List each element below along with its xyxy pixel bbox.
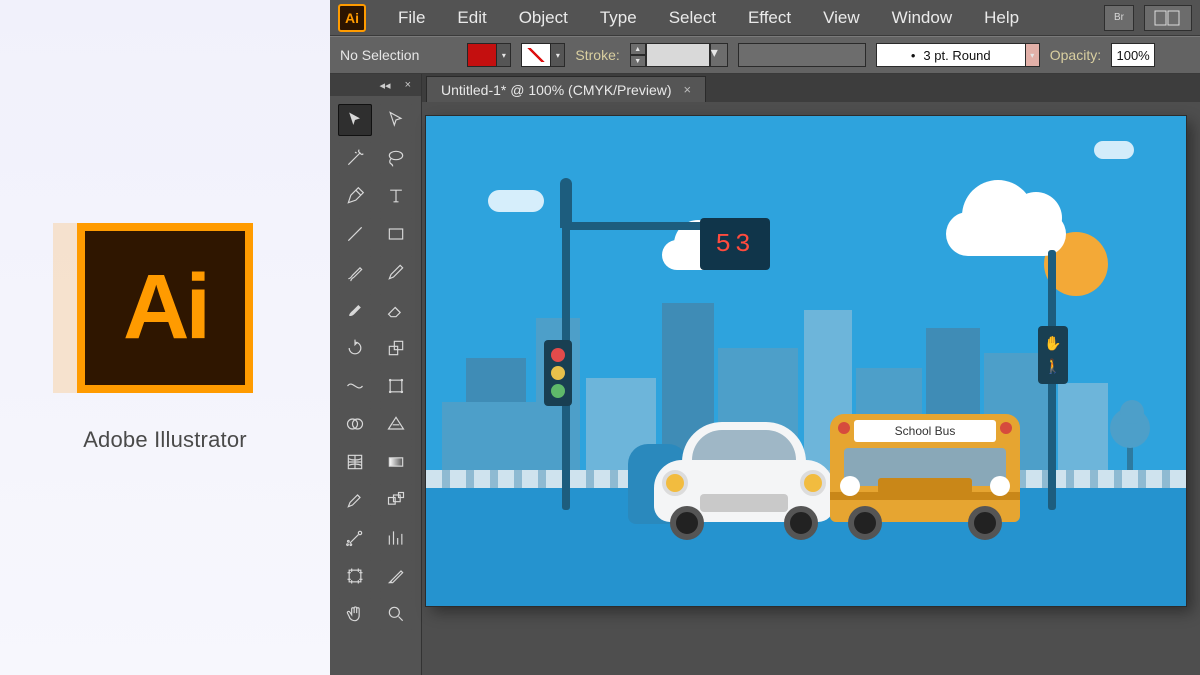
- document-tab[interactable]: Untitled-1* @ 100% (CMYK/Preview) ×: [426, 76, 706, 102]
- tool-lasso[interactable]: [379, 142, 413, 174]
- tool-symbol-sprayer[interactable]: [338, 522, 372, 554]
- artwork-school-bus: School Bus: [830, 400, 1020, 540]
- tool-zoom[interactable]: [379, 598, 413, 630]
- stroke-weight-field[interactable]: [646, 43, 710, 67]
- menu-type[interactable]: Type: [586, 2, 651, 34]
- tool-pen[interactable]: [338, 180, 372, 212]
- canvas-viewport[interactable]: 53 ✋🚶: [422, 102, 1200, 675]
- selection-status: No Selection: [340, 47, 419, 63]
- stroke-swatch-none-icon: [521, 43, 551, 67]
- menu-view[interactable]: View: [809, 2, 874, 34]
- fill-color-control[interactable]: ▾: [467, 43, 511, 67]
- artwork-cloud: [946, 212, 1066, 256]
- document-tab-bar: Untitled-1* @ 100% (CMYK/Preview) ×: [422, 74, 1200, 102]
- promo-panel: Ai Adobe Illustrator: [0, 0, 330, 675]
- artwork-car: [654, 420, 834, 540]
- tool-rotate[interactable]: [338, 332, 372, 364]
- artwork-tree: [1108, 404, 1152, 478]
- tools-panel-header: ◂◂ ×: [330, 74, 421, 96]
- brush-definition-value: • 3 pt. Round: [876, 43, 1026, 67]
- tool-blob-brush[interactable]: [338, 294, 372, 326]
- tool-gradient[interactable]: [379, 446, 413, 478]
- tool-eraser[interactable]: [379, 294, 413, 326]
- tool-artboard[interactable]: [338, 560, 372, 592]
- opacity-label: Opacity:: [1050, 47, 1101, 63]
- close-tab-icon[interactable]: ×: [684, 82, 692, 97]
- tool-shape-builder[interactable]: [338, 408, 372, 440]
- illustrator-app-window: Ai File Edit Object Type Select Effect V…: [330, 0, 1200, 675]
- menu-help[interactable]: Help: [970, 2, 1033, 34]
- document-tab-title: Untitled-1* @ 100% (CMYK/Preview): [441, 82, 672, 98]
- artwork-cloud: [1094, 141, 1134, 159]
- tool-width[interactable]: [338, 370, 372, 402]
- brush-definition-dropdown[interactable]: • 3 pt. Round ▾: [876, 43, 1040, 67]
- tool-eyedropper[interactable]: [338, 484, 372, 516]
- artboard[interactable]: 53 ✋🚶: [426, 116, 1186, 606]
- menu-file[interactable]: File: [384, 2, 439, 34]
- app-badge-icon: Ai: [338, 4, 366, 32]
- artwork-bus-sign: School Bus: [854, 420, 996, 442]
- tool-scale[interactable]: [379, 332, 413, 364]
- stepper-up-icon[interactable]: ▲: [630, 43, 646, 55]
- tools-panel: ◂◂ ×: [330, 74, 422, 675]
- tool-type[interactable]: [379, 180, 413, 212]
- menu-effect[interactable]: Effect: [734, 2, 805, 34]
- tool-column-graph[interactable]: [379, 522, 413, 554]
- menu-object[interactable]: Object: [505, 2, 582, 34]
- chevron-down-icon: ▾: [1026, 43, 1040, 67]
- tool-mesh[interactable]: [338, 446, 372, 478]
- workspace: ◂◂ ×: [330, 74, 1200, 675]
- tool-paintbrush[interactable]: [338, 256, 372, 288]
- control-bar: No Selection ▾ ▾ Stroke: ▲▼ ▾ • 3 pt. Ro…: [330, 36, 1200, 74]
- artwork-pedestrian-signal: ✋🚶: [1038, 326, 1068, 384]
- tool-slice[interactable]: [379, 560, 413, 592]
- opacity-field[interactable]: 100%: [1111, 43, 1155, 67]
- stroke-color-control[interactable]: ▾: [521, 43, 565, 67]
- artwork-billboard: [442, 402, 552, 470]
- stepper-down-icon[interactable]: ▼: [630, 55, 646, 67]
- menu-select[interactable]: Select: [655, 2, 730, 34]
- stroke-weight-label: Stroke:: [575, 47, 619, 63]
- artwork-traffic-light: [544, 340, 572, 406]
- tool-pencil[interactable]: [379, 256, 413, 288]
- arrange-documents-button[interactable]: [1144, 5, 1192, 31]
- menu-edit[interactable]: Edit: [443, 2, 500, 34]
- chevron-down-icon: ▾: [551, 43, 565, 67]
- tool-blend[interactable]: [379, 484, 413, 516]
- menu-window[interactable]: Window: [878, 2, 966, 34]
- chevron-down-icon: ▾: [497, 43, 511, 67]
- tool-rectangle[interactable]: [379, 218, 413, 250]
- collapse-panel-icon[interactable]: ◂◂: [380, 79, 391, 92]
- bridge-button[interactable]: Br: [1104, 5, 1134, 31]
- fill-swatch-icon: [467, 43, 497, 67]
- artwork-countdown-timer: 53: [700, 218, 770, 270]
- product-name: Adobe Illustrator: [83, 427, 247, 453]
- artwork-cloud: [488, 190, 544, 212]
- stroke-weight-stepper[interactable]: ▲▼ ▾: [630, 43, 728, 67]
- tool-selection[interactable]: [338, 104, 372, 136]
- document-area: Untitled-1* @ 100% (CMYK/Preview) ×: [422, 74, 1200, 675]
- chevron-down-icon[interactable]: ▾: [710, 43, 728, 67]
- product-logo-text: Ai: [123, 255, 207, 360]
- close-panel-icon[interactable]: ×: [405, 79, 411, 91]
- tool-magic-wand[interactable]: [338, 142, 372, 174]
- tool-perspective-grid[interactable]: [379, 408, 413, 440]
- tool-free-transform[interactable]: [379, 370, 413, 402]
- tool-direct-selection[interactable]: [379, 104, 413, 136]
- variable-width-profile-dropdown[interactable]: [738, 43, 866, 67]
- menu-bar: Ai File Edit Object Type Select Effect V…: [330, 0, 1200, 36]
- product-logo: Ai: [77, 223, 253, 393]
- tool-hand[interactable]: [338, 598, 372, 630]
- arrange-documents-icon: [1154, 10, 1182, 26]
- tool-line-segment[interactable]: [338, 218, 372, 250]
